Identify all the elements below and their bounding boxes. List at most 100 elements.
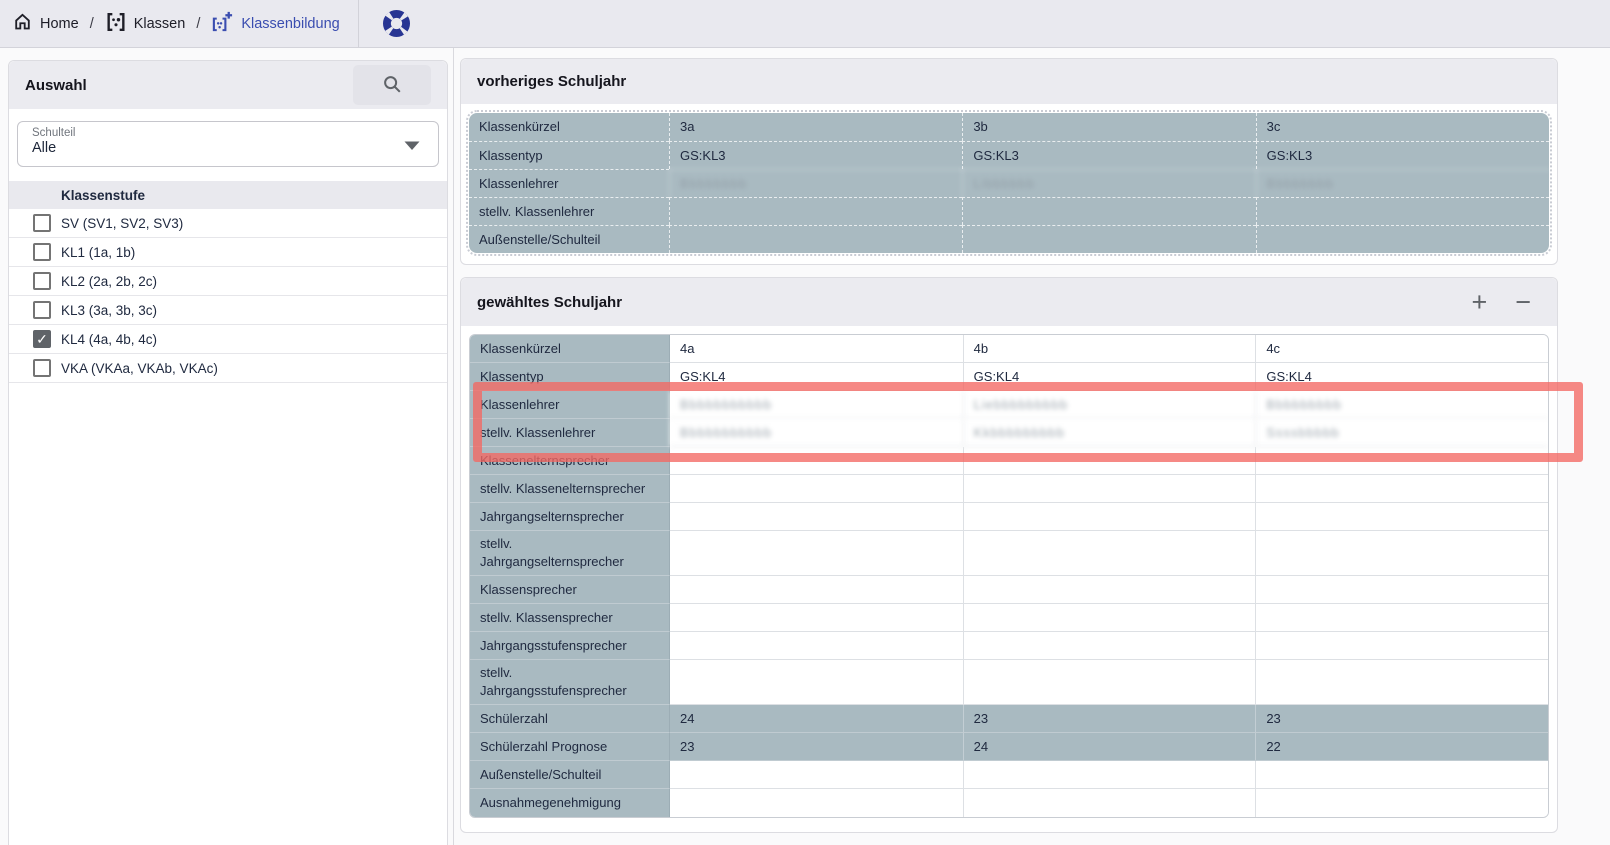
table-row: KlassentypGS:KL4GS:KL4GS:KL4 (470, 363, 1548, 391)
selection-panel: Auswahl Schulteil Alle Klassenstufe SV (… (0, 48, 448, 845)
table-cell[interactable] (1255, 576, 1548, 604)
table-cell[interactable] (670, 604, 963, 632)
table-cell[interactable] (1255, 447, 1548, 475)
table-cell[interactable]: 24 (670, 705, 963, 733)
table-cell[interactable]: 4c (1255, 335, 1548, 363)
table-cell[interactable] (1255, 475, 1548, 503)
row-label: Klassenelternsprecher (470, 447, 670, 475)
redacted-cell[interactable]: Liebbbbbbbbb (963, 391, 1256, 419)
table-cell[interactable]: GS:KL4 (1255, 363, 1548, 391)
table-cell[interactable] (963, 447, 1256, 475)
table-cell[interactable] (1255, 604, 1548, 632)
previous-year-title: vorheriges Schuljahr (477, 73, 626, 90)
row-label: stellv. Klassenelternsprecher (470, 475, 670, 503)
row-label: stellv. Jahrgangselternsprecher (470, 531, 670, 576)
table-cell[interactable] (670, 447, 963, 475)
checkbox-checked-icon[interactable]: ✓ (33, 330, 51, 348)
table-cell[interactable] (1255, 660, 1548, 705)
table-cell[interactable] (963, 789, 1256, 817)
table-cell[interactable] (963, 761, 1256, 789)
schulteil-select-value: Alle (32, 140, 424, 156)
klassenstufe-list-item[interactable]: KL1 (1a, 1b) (9, 238, 447, 267)
table-cell[interactable] (963, 503, 1256, 531)
row-label: Klassentyp (469, 141, 669, 169)
table-cell[interactable] (670, 660, 963, 705)
schulteil-select-label: Schulteil (32, 127, 424, 139)
redacted-cell[interactable]: Bbbbbbbbbbb (670, 419, 963, 447)
klassenstufe-list-item[interactable]: ✓KL4 (4a, 4b, 4c) (9, 325, 447, 354)
schulteil-select[interactable]: Schulteil Alle (17, 121, 439, 167)
breadcrumb-klassen-label: Klassen (134, 16, 186, 32)
redacted-cell[interactable]: Bbbbbbbbbbb (670, 391, 963, 419)
remove-class-button[interactable]: − (1511, 289, 1535, 316)
table-row: KlassentypGS:KL3GS:KL3GS:KL3 (469, 141, 1549, 169)
table-cell: GS:KL3 (1256, 141, 1549, 169)
breadcrumb-klassenbildung[interactable]: Klassenbildung (211, 10, 339, 37)
search-button[interactable] (353, 65, 431, 105)
checkbox-icon[interactable] (33, 243, 51, 261)
table-cell[interactable] (670, 761, 963, 789)
row-label: stellv. Jahrgangsstufensprecher (470, 660, 670, 705)
redacted-cell[interactable]: Ssssbbbbb (1255, 419, 1548, 447)
table-cell[interactable]: 23 (963, 705, 1256, 733)
breadcrumb-klassenbildung-label: Klassenbildung (241, 16, 339, 32)
redacted-cell[interactable]: Kkbbbbbbbbb (963, 419, 1256, 447)
add-class-button[interactable]: + (1467, 289, 1491, 316)
table-row: Außenstelle/Schulteil (470, 761, 1548, 789)
table-cell[interactable] (670, 789, 963, 817)
table-cell[interactable] (963, 531, 1256, 576)
checkbox-icon[interactable] (33, 272, 51, 290)
table-cell[interactable] (1255, 789, 1548, 817)
table-cell[interactable] (670, 576, 963, 604)
table-row: stellv. Jahrgangsstufensprecher (470, 660, 1548, 705)
table-cell[interactable]: GS:KL4 (670, 363, 963, 391)
table-cell (669, 197, 962, 225)
table-row: stellv. Klassensprecher (470, 604, 1548, 632)
row-label: Schülerzahl Prognose (470, 733, 670, 761)
table-cell[interactable] (670, 531, 963, 576)
breadcrumb-klassen[interactable]: Klassen (105, 11, 186, 37)
breadcrumb-separator: / (90, 16, 94, 32)
klassenstufe-item-label: VKA (VKAa, VKAb, VKAc) (61, 361, 218, 376)
topbar: Home / Klassen / Klassenbildung (0, 0, 1610, 48)
table-cell[interactable] (1255, 503, 1548, 531)
table-cell[interactable] (963, 576, 1256, 604)
row-label: Klassenkürzel (469, 113, 669, 141)
table-cell[interactable] (963, 660, 1256, 705)
table-cell[interactable] (963, 475, 1256, 503)
table-cell[interactable]: 23 (1255, 705, 1548, 733)
selected-year-card: gewähltes Schuljahr + − Klassenkürzel4a4… (460, 277, 1558, 833)
selected-year-table: Klassenkürzel4a4b4cKlassentypGS:KL4GS:KL… (469, 334, 1549, 818)
klassenstufe-list-item[interactable]: SV (SV1, SV2, SV3) (9, 209, 447, 238)
breadcrumb: Home / Klassen / Klassenbildung (12, 10, 340, 37)
table-cell[interactable]: 23 (670, 733, 963, 761)
klassenstufe-item-label: KL1 (1a, 1b) (61, 245, 135, 260)
row-label: stellv. Klassenlehrer (469, 197, 669, 225)
table-cell[interactable] (1255, 632, 1548, 660)
table-cell[interactable] (963, 632, 1256, 660)
klassenstufe-list-item[interactable]: KL2 (2a, 2b, 2c) (9, 267, 447, 296)
table-cell[interactable] (670, 475, 963, 503)
redacted-cell[interactable]: Bbbbbbbbb (1255, 391, 1548, 419)
checkbox-icon[interactable] (33, 359, 51, 377)
table-cell[interactable]: 4a (670, 335, 963, 363)
search-icon (381, 73, 403, 98)
table-cell[interactable]: 24 (963, 733, 1256, 761)
table-cell[interactable] (1255, 761, 1548, 789)
table-row: Schülerzahl Prognose232422 (470, 733, 1548, 761)
table-cell[interactable] (670, 503, 963, 531)
table-cell[interactable] (1255, 531, 1548, 576)
table-row: Schülerzahl242323 (470, 705, 1548, 733)
table-cell[interactable] (963, 604, 1256, 632)
klassenstufe-list-item[interactable]: VKA (VKAa, VKAb, VKAc) (9, 354, 447, 383)
table-cell[interactable]: 4b (963, 335, 1256, 363)
klassenstufe-list-item[interactable]: KL3 (3a, 3b, 3c) (9, 296, 447, 325)
breadcrumb-home[interactable]: Home (12, 11, 79, 36)
table-cell[interactable] (670, 632, 963, 660)
checkbox-icon[interactable] (33, 214, 51, 232)
checkbox-icon[interactable] (33, 301, 51, 319)
table-cell[interactable]: GS:KL4 (963, 363, 1256, 391)
table-cell[interactable]: 22 (1255, 733, 1548, 761)
table-row: stellv. Klassenelternsprecher (470, 475, 1548, 503)
plus-icon: + (1471, 287, 1487, 317)
